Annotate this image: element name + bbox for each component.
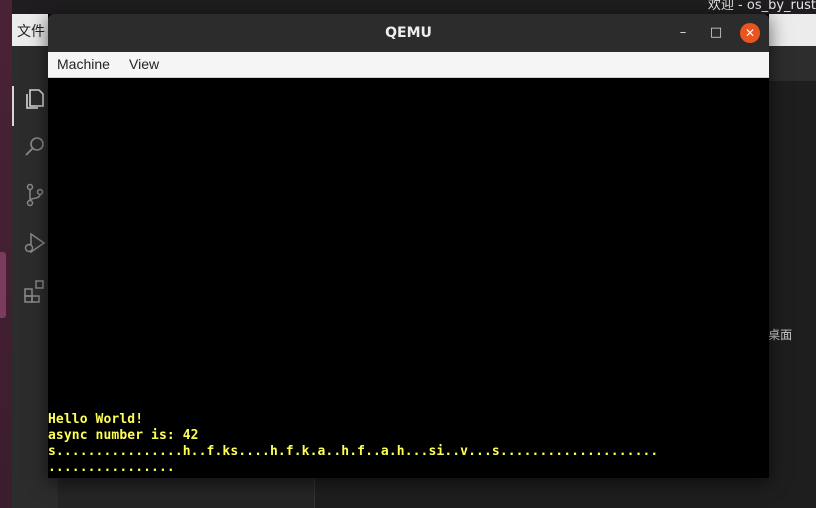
maximize-icon: □ xyxy=(709,25,723,40)
minimize-button[interactable]: – xyxy=(673,23,693,43)
run-debug-icon[interactable] xyxy=(22,230,48,256)
search-icon[interactable] xyxy=(22,134,48,160)
minimize-icon: – xyxy=(679,25,687,40)
menu-view[interactable]: View xyxy=(129,56,159,72)
qemu-titlebar[interactable]: QEMU – □ ✕ xyxy=(48,14,769,52)
close-button[interactable]: ✕ xyxy=(740,23,760,43)
console-line: s................h..f.ks....h.f.k.a..h.f… xyxy=(48,444,659,459)
close-icon: ✕ xyxy=(744,26,756,40)
dock-item[interactable] xyxy=(0,252,6,318)
qemu-window: QEMU – □ ✕ Machine View Hello World! asy… xyxy=(48,14,769,478)
source-control-icon[interactable] xyxy=(22,182,48,208)
top-bar-window-title: 欢迎 - os_by_rust xyxy=(707,0,816,13)
maximize-button[interactable]: □ xyxy=(706,23,726,43)
ubuntu-top-bar: 欢迎 - os_by_rust xyxy=(0,0,816,14)
active-view-marker xyxy=(12,86,14,126)
ubuntu-dock-edge xyxy=(0,0,12,508)
console-line: Hello World! xyxy=(48,412,144,427)
qemu-display[interactable]: Hello World! async number is: 42 s......… xyxy=(48,78,769,478)
menu-machine[interactable]: Machine xyxy=(57,56,110,72)
console-line: ................ xyxy=(48,460,175,475)
console-line: async number is: 42 xyxy=(48,428,199,443)
extensions-icon[interactable] xyxy=(22,278,48,304)
qemu-menubar: Machine View xyxy=(48,52,769,78)
qemu-title: QEMU xyxy=(385,25,432,41)
explorer-icon[interactable] xyxy=(22,86,48,112)
vscode-menu-file[interactable]: 文件 xyxy=(17,21,45,41)
